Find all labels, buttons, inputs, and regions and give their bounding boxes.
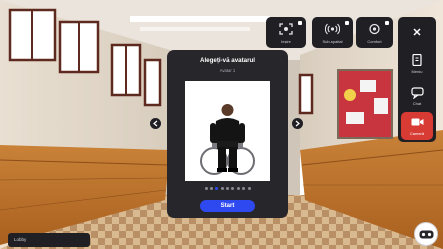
- top-button-label: Ieșire: [281, 39, 291, 44]
- chat-icon: [411, 87, 424, 99]
- side-button-label: Cameră: [409, 131, 425, 136]
- next-avatar-button[interactable]: [292, 118, 303, 129]
- carousel-dots: [167, 187, 288, 190]
- carousel-dot[interactable]: [220, 187, 224, 190]
- carousel-dot[interactable]: [209, 187, 213, 190]
- corner-indicator: [298, 21, 302, 25]
- close-button[interactable]: [401, 20, 433, 44]
- corner-indicator: [345, 21, 349, 25]
- carousel-dot[interactable]: [204, 187, 208, 190]
- avatar-preview: [185, 81, 270, 181]
- modal-title: Alegeți-vă avatarul: [199, 57, 256, 64]
- carousel-dot[interactable]: [247, 187, 251, 190]
- vr-mode-button[interactable]: [414, 222, 438, 246]
- broadcast-icon: [325, 23, 340, 35]
- chevron-right-icon: [295, 120, 300, 127]
- carousel-dot[interactable]: [215, 187, 219, 190]
- top-button-label: Comfort: [367, 39, 382, 44]
- top-button-settings[interactable]: Comfort: [356, 17, 393, 48]
- previous-avatar-button[interactable]: [150, 118, 161, 129]
- avatar-modal: Alegeți-vă avatarul Avatar 1 Start: [167, 50, 288, 218]
- bottom-info-bar: Lobby: [8, 233, 90, 247]
- camera-icon: [411, 118, 424, 126]
- side-button-label: Chat: [412, 101, 422, 106]
- top-button-label: Sub-spatial: [322, 39, 343, 44]
- avatar-name: Avatar 1: [219, 68, 236, 73]
- side-button-label: Meniu: [411, 69, 423, 74]
- tablet-icon: [412, 54, 422, 66]
- chat-button[interactable]: Chat: [401, 82, 433, 110]
- avatar-figure: [200, 104, 255, 175]
- corner-indicator: [385, 21, 389, 25]
- vr-headset-icon: [419, 230, 434, 239]
- carousel-dot[interactable]: [231, 187, 235, 190]
- focus-icon: [279, 23, 293, 35]
- top-button-focus[interactable]: Ieșire: [266, 17, 306, 48]
- camera-button[interactable]: Cameră: [401, 112, 433, 140]
- top-button-broadcast[interactable]: Sub-spatial: [312, 17, 353, 48]
- carousel-dot[interactable]: [236, 187, 240, 190]
- bottom-bar-label: Lobby: [14, 237, 27, 242]
- settings-icon: [369, 23, 380, 35]
- start-button-label: Start: [220, 203, 235, 209]
- start-button[interactable]: Start: [200, 200, 255, 212]
- menu-button[interactable]: Meniu: [401, 48, 433, 78]
- chevron-left-icon: [153, 120, 158, 127]
- carousel-dot[interactable]: [226, 187, 229, 190]
- carousel-dot[interactable]: [242, 187, 246, 190]
- close-icon: [413, 28, 421, 36]
